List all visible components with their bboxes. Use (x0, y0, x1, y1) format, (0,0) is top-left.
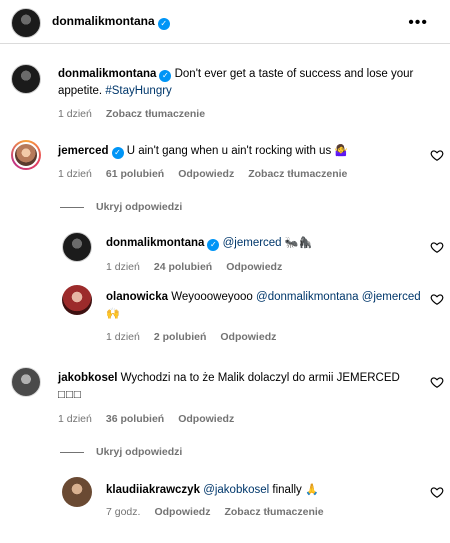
reply-text: olanowicka Weyoooweyooo @donmalikmontana… (106, 289, 421, 323)
divider-line (60, 451, 84, 453)
reply-username[interactable]: donmalikmontana (106, 237, 204, 249)
translate-button[interactable]: Zobacz tłumaczenie (224, 506, 323, 518)
comment-username[interactable]: jakobkosel (58, 372, 117, 384)
like-heart-icon[interactable] (430, 240, 444, 254)
comment-time: 1 dzień (58, 168, 92, 180)
like-heart-icon[interactable] (430, 485, 444, 499)
shrug-emoji-icon: 🤷‍♀️ (334, 145, 349, 157)
like-heart-icon[interactable] (430, 148, 444, 162)
reply-likes[interactable]: 2 polubień (154, 331, 207, 343)
divider-line (60, 206, 84, 208)
reply-time: 1 dzień (106, 261, 140, 273)
comment-time: 1 dzień (58, 413, 92, 425)
reply-button[interactable]: Odpowiedz (178, 168, 234, 180)
verified-badge-icon: ✓ (111, 147, 124, 159)
reply-username[interactable]: olanowicka (106, 291, 168, 303)
reply-body: Weyoooweyooo (171, 291, 253, 303)
mention-link[interactable]: @donmalikmontana (256, 291, 358, 303)
reply-time: 7 godz. (106, 506, 141, 518)
caption-meta: 1 dzień Zobacz tłumaczenie (58, 108, 219, 120)
reply-text: donmalikmontana ✓ @jemerced 🐜🦍 (106, 235, 416, 252)
comment-meta: 1 dzień 61 polubień Odpowiedz Zobacz tłumac… (58, 168, 361, 180)
header-avatar[interactable] (11, 8, 41, 38)
reply-meta: 1 dzień 2 polubień Odpowiedz (106, 331, 290, 343)
comment-text: jemerced ✓ U ain't gang when u ain't rock… (58, 143, 408, 160)
reply-button[interactable]: Odpowiedz (178, 413, 234, 425)
caption-avatar[interactable] (11, 64, 41, 94)
reply-button[interactable]: Odpowiedz (226, 261, 282, 273)
caption-translate-button[interactable]: Zobacz tłumaczenie (106, 108, 205, 120)
caption-text: donmalikmontana ✓ Don't ever get a taste … (58, 66, 428, 100)
reply-avatar-olanowicka[interactable] (62, 285, 92, 315)
comment-likes[interactable]: 61 polubień (106, 168, 164, 180)
comment-username[interactable]: jemerced (58, 145, 109, 157)
like-heart-icon[interactable] (430, 375, 444, 389)
reply-likes[interactable]: 24 polubień (154, 261, 212, 273)
comment-likes[interactable]: 36 polubień (106, 413, 164, 425)
praying-hands-emoji-icon: 🙏 (305, 484, 319, 496)
reply-button[interactable]: Odpowiedz (220, 331, 276, 343)
emoji-icons: 🐜🦍 (284, 237, 313, 249)
hide-replies-toggle[interactable]: Ukryj odpowiedzi (60, 446, 182, 458)
reply-text: klaudiiakrawczyk @jakobkosel finally 🙏 (106, 482, 421, 499)
comment-body: Wychodzi na to że Malik dolaczyl do armi… (120, 372, 400, 384)
reply-username[interactable]: klaudiiakrawczyk (106, 484, 200, 496)
translate-button[interactable]: Zobacz tłumaczenie (248, 168, 347, 180)
reply-button[interactable]: Odpowiedz (154, 506, 210, 518)
verified-badge-icon: ✓ (207, 239, 220, 251)
comment-avatar-jemerced[interactable] (11, 140, 41, 170)
reply-body: finally (272, 484, 302, 496)
reply-avatar-klaudiiakrawczyk[interactable] (62, 477, 92, 507)
reply-meta: 1 dzień 24 polubień Odpowiedz (106, 261, 296, 273)
reply-meta: 7 godz. Odpowiedz Zobacz tłumaczenie (106, 506, 338, 518)
mention-link[interactable]: @jakobkosel (203, 484, 269, 496)
comment-body: U ain't gang when u ain't rocking with u… (126, 145, 332, 157)
comment-avatar-jakobkosel[interactable] (11, 367, 41, 397)
caption-time: 1 dzień (58, 108, 92, 120)
verified-badge-icon: ✓ (159, 70, 172, 82)
caption-username[interactable]: donmalikmontana (58, 68, 156, 80)
mention-link[interactable]: @jemerced (362, 291, 421, 303)
reply-avatar-donmalikmontana[interactable] (62, 232, 92, 262)
more-horizontal-icon[interactable]: ••• (408, 14, 428, 32)
post-header: donmalikmontana ✓ ••• (0, 0, 450, 44)
hide-replies-label: Ukryj odpowiedzi (96, 446, 183, 458)
comment-text: jakobkosel Wychodzi na to że Malik dolac… (58, 370, 418, 404)
reply-time: 1 dzień (106, 331, 140, 343)
header-username-row: donmalikmontana ✓ (52, 14, 170, 30)
missing-glyph-boxes: □□□ (58, 389, 82, 401)
like-heart-icon[interactable] (430, 292, 444, 306)
comment-meta: 1 dzień 36 polubień Odpowiedz (58, 413, 248, 425)
mention-link[interactable]: @jemerced (223, 237, 282, 249)
hashtag-link[interactable]: #StayHungry (105, 85, 171, 97)
hide-replies-toggle[interactable]: Ukryj odpowiedzi (60, 201, 182, 213)
raised-hands-emoji-icon: 🙌 (106, 308, 120, 320)
verified-badge-icon: ✓ (157, 18, 170, 30)
header-username[interactable]: donmalikmontana (52, 14, 155, 28)
hide-replies-label: Ukryj odpowiedzi (96, 201, 183, 213)
